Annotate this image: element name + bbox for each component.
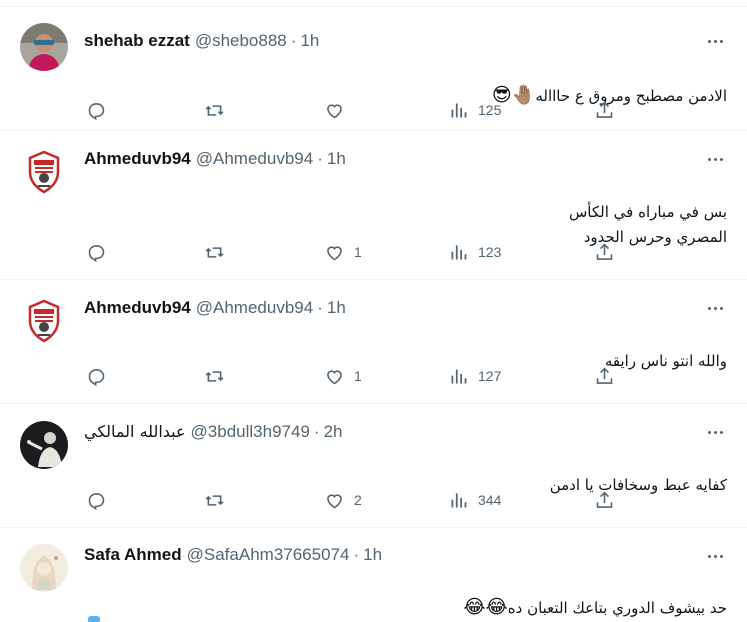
views-icon [451,103,467,117]
feed-top-divider [0,0,747,7]
tweet[interactable]: shehab ezzat @shebo888 · 1h الادمن مصطبح… [0,7,747,131]
avatar[interactable] [20,297,68,345]
avatar[interactable] [20,544,68,592]
reply-button[interactable] [86,488,116,512]
share-button[interactable] [594,364,615,388]
tweet-actions: 125 [84,98,624,122]
more-icon[interactable] [703,422,727,442]
reply-feed: shehab ezzat @shebo888 · 1h الادمن مصطبح… [0,0,747,622]
reply-icon [88,368,105,386]
like-count: 1 [354,244,362,260]
display-name[interactable]: عبدالله المالكي [84,421,186,443]
user-handle[interactable]: @Ahmeduvb94 [196,297,313,319]
separator-dot: · [290,31,297,50]
share-button[interactable] [594,98,615,122]
retweet-icon [205,104,224,116]
like-button[interactable]: 1 [324,240,362,264]
reply-icon [88,492,105,510]
like-button[interactable]: 2 [324,488,362,512]
user-handle[interactable]: @SafaAhm37665074 [187,544,350,566]
views-icon [451,493,467,507]
tweet-header: Ahmeduvb94 @Ahmeduvb94 · 1h [84,148,346,170]
views-count: 125 [478,102,502,118]
more-icon[interactable] [703,31,727,51]
display-name[interactable]: shehab ezzat [84,30,190,52]
like-icon [327,103,342,118]
like-button[interactable]: 1 [324,364,362,388]
like-button[interactable] [324,98,354,122]
timestamp[interactable]: 1h [363,544,382,566]
like-count: 2 [354,492,362,508]
more-icon[interactable] [703,149,727,169]
like-icon [327,369,342,384]
tweet[interactable]: عبدالله المالكي @3bdull3h9749 · 2h كفايه… [0,404,747,528]
views-count: 127 [478,368,502,384]
like-icon [327,493,342,508]
retweet-button[interactable] [204,488,234,512]
media-indicator [88,616,100,622]
views-count: 123 [478,244,502,260]
timestamp[interactable]: 2h [324,421,343,443]
views-button[interactable]: 123 [448,240,501,264]
timestamp[interactable]: 1h [327,148,346,170]
retweet-icon [205,370,224,382]
share-icon [596,243,613,260]
tweet-body: حد بيشوف الدوري بتاعك التعبان ده [507,599,727,617]
timestamp[interactable]: 1h [327,297,346,319]
tweet-header: shehab ezzat @shebo888 · 1h [84,30,319,52]
tweet-actions: 2 344 [84,488,624,512]
avatar[interactable] [20,23,68,71]
views-icon [451,369,467,383]
user-handle[interactable]: @shebo888 [195,30,287,52]
display-name[interactable]: Safa Ahmed [84,544,182,566]
retweet-button[interactable] [204,98,234,122]
tweet-header: Ahmeduvb94 @Ahmeduvb94 · 1h [84,297,346,319]
user-handle[interactable]: @3bdull3h9749 [191,421,310,443]
more-icon[interactable] [703,298,727,318]
avatar[interactable] [20,421,68,469]
like-count: 1 [354,368,362,384]
more-icon[interactable] [703,546,727,566]
share-icon [596,491,613,508]
avatar[interactable] [20,148,68,196]
separator-dot: · [353,545,360,564]
tweet-actions: 1 123 [84,240,624,264]
like-icon [327,245,342,260]
retweet-button[interactable] [204,240,234,264]
tweet-actions: 1 127 [84,364,624,388]
reply-icon [88,244,105,262]
views-icon [451,245,467,259]
views-button[interactable]: 125 [448,98,501,122]
display-name[interactable]: Ahmeduvb94 [84,297,191,319]
separator-dot: · [317,298,323,317]
tweet-text: بس في مباراه في الكأس المصري وحرس الحدود [569,175,727,250]
timestamp[interactable]: 1h [300,30,319,52]
share-icon [596,101,613,118]
separator-dot: · [317,149,323,168]
tweet-header: Safa Ahmed @SafaAhm37665074 · 1h [84,544,382,566]
reply-button[interactable] [86,98,116,122]
views-button[interactable]: 127 [448,364,501,388]
display-name[interactable]: Ahmeduvb94 [84,148,191,170]
separator-dot: · [313,422,320,441]
tweet-text: حد بيشوف الدوري بتاعك التعبان ده😂😂 [463,570,727,621]
views-button[interactable]: 344 [448,488,501,512]
tweet[interactable]: Safa Ahmed @SafaAhm37665074 · 1h حد بيشو… [0,528,747,622]
share-button[interactable] [594,488,615,512]
share-icon [596,367,613,384]
retweet-icon [205,246,224,258]
retweet-button[interactable] [204,364,234,388]
reply-button[interactable] [86,240,116,264]
reply-button[interactable] [86,364,116,388]
tweet[interactable]: Ahmeduvb94 @Ahmeduvb94 · 1h بس في مباراه… [0,131,747,280]
retweet-icon [205,494,224,506]
tweet-header: عبدالله المالكي @3bdull3h9749 · 2h [84,421,343,443]
tweet[interactable]: Ahmeduvb94 @Ahmeduvb94 · 1h والله انتو ن… [0,280,747,404]
reply-icon [88,102,105,120]
share-button[interactable] [594,240,615,264]
user-handle[interactable]: @Ahmeduvb94 [196,148,313,170]
views-count: 344 [478,492,502,508]
